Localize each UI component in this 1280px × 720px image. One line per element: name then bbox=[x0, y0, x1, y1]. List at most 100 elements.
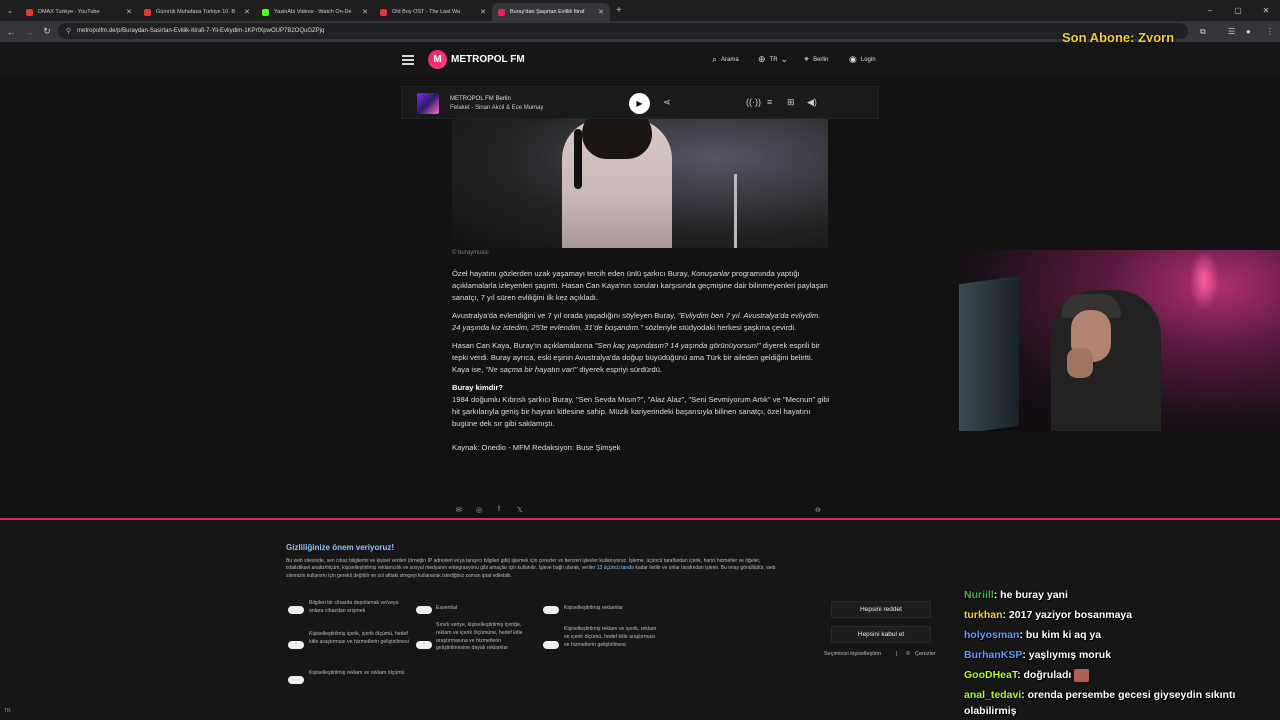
consent-toggle[interactable] bbox=[543, 641, 559, 649]
chat-message: holyosman: bu kim ki aq ya bbox=[964, 625, 1274, 645]
cookie-description: Bu web sitesinde, sen cihaz bilgilerini … bbox=[286, 558, 776, 579]
minimize-icon[interactable]: – bbox=[1196, 6, 1224, 15]
browser-tab[interactable]: Gümrük Muhafaza Türkiye 10. B ✕ bbox=[138, 3, 256, 21]
tab-search-icon[interactable]: ⌄ bbox=[0, 0, 20, 21]
customize-choices-link[interactable]: Seçiminizi kişiselleştirin bbox=[824, 651, 881, 657]
x-share-icon[interactable]: 𝕏 bbox=[517, 506, 523, 514]
cookies-link[interactable]: Çerezler bbox=[915, 651, 936, 657]
maximize-icon[interactable]: ▢ bbox=[1224, 6, 1252, 15]
chat-username: turkhan bbox=[964, 609, 1003, 621]
youtube-favicon-icon bbox=[26, 8, 33, 16]
login-button[interactable]: ◉ Login bbox=[849, 54, 876, 65]
new-tab-icon[interactable]: + bbox=[616, 5, 622, 16]
close-window-icon[interactable]: ✕ bbox=[1252, 6, 1280, 15]
section-heading: Buray kimdir? bbox=[452, 383, 504, 392]
chat-username: holyosman bbox=[964, 629, 1020, 641]
city-label: Berlin bbox=[813, 56, 829, 63]
consent-option-label: Kişiselleştirilmiş reklam ve içerik, rek… bbox=[564, 626, 657, 648]
window-controls: – ▢ ✕ bbox=[1196, 0, 1280, 21]
reload-icon[interactable]: ↻ bbox=[38, 26, 56, 37]
cookie-settings-icon[interactable]: © bbox=[906, 651, 910, 657]
extensions-icon[interactable]: ⧉ bbox=[1200, 21, 1206, 42]
share-icon[interactable]: ⋖ bbox=[663, 97, 671, 108]
article-paragraph: 1984 doğumlu Kıbrıslı şarkıcı Buray, "Se… bbox=[452, 395, 830, 428]
article-source: Kaynak: Onedio - MFM Redaksiyon: Buse Şi… bbox=[452, 443, 621, 452]
consent-toggle[interactable] bbox=[543, 606, 559, 614]
language-label: TR bbox=[769, 56, 778, 63]
browser-tab[interactable]: Old Boy OST - The Last Wa ✕ bbox=[374, 3, 492, 21]
chat-text: : 2017 yaziyor bosanmaya bbox=[1002, 609, 1133, 621]
consent-toggle[interactable] bbox=[288, 676, 304, 684]
article-paragraph: Özel hayatını gözlerden uzak yaşamayı te… bbox=[452, 269, 828, 302]
browser-tab-active[interactable]: Buray'dan Şaşırtan Evlilik İtiraf ✕ bbox=[492, 3, 610, 21]
reading-list-icon[interactable]: ☰ bbox=[1228, 21, 1235, 42]
back-icon[interactable]: ← bbox=[2, 27, 20, 37]
facebook-share-icon[interactable]: f bbox=[498, 506, 500, 513]
article-body: Özel hayatını gözlerden uzak yaşamayı te… bbox=[452, 268, 830, 460]
chat-message: anal_tedavi: orenda persembe gecesi giys… bbox=[964, 687, 1274, 719]
reject-all-button[interactable]: Hepsini reddet bbox=[831, 601, 931, 618]
menu-icon[interactable] bbox=[402, 55, 414, 67]
email-share-icon[interactable]: ✉ bbox=[456, 506, 462, 514]
volume-icon[interactable]: ◀) bbox=[807, 97, 817, 108]
browser-tab[interactable]: DMAX Turkiye - YouTube ✕ bbox=[20, 3, 138, 21]
chat-text: : doğruladı bbox=[1017, 669, 1072, 681]
search-icon: ⌕ bbox=[712, 54, 718, 64]
grid-icon[interactable]: ⊞ bbox=[787, 97, 795, 108]
consent-toggle[interactable] bbox=[416, 606, 432, 614]
site-info-icon[interactable]: ⚲ bbox=[66, 27, 71, 35]
accept-all-button[interactable]: Hepsini kabul et bbox=[831, 626, 931, 643]
article-paragraph: Avustralya'da evlendiğini ve 7 yıl orada… bbox=[452, 311, 821, 332]
player-station: METROPOL FM Berlin bbox=[450, 96, 511, 102]
youtube-favicon-icon bbox=[144, 8, 151, 16]
chat-message: turkhan: 2017 yaziyor bosanmaya bbox=[964, 605, 1274, 625]
browser-tab-bar: ⌄ DMAX Turkiye - YouTube ✕ Gümrük Muhafa… bbox=[0, 0, 1280, 21]
copy-link-icon[interactable]: ⊖ bbox=[815, 506, 821, 514]
broadcast-icon[interactable]: ((·)) bbox=[746, 97, 761, 107]
close-tab-icon[interactable]: ✕ bbox=[480, 8, 486, 16]
search-button[interactable]: ⌕ Arama bbox=[712, 54, 739, 65]
city-selector[interactable]: ⌖ Berlin bbox=[804, 54, 828, 65]
close-tab-icon[interactable]: ✕ bbox=[362, 8, 368, 16]
consent-toggle[interactable] bbox=[288, 606, 304, 614]
whatsapp-share-icon[interactable]: ◎ bbox=[476, 506, 482, 514]
language-selector[interactable]: ⊕ TR ⌄ bbox=[758, 54, 792, 65]
close-tab-icon[interactable]: ✕ bbox=[244, 8, 250, 16]
url-input[interactable]: ⚲ metropolfm.de/p/Buraydan-Sasirtan-Evli… bbox=[58, 23, 1188, 39]
consent-option-label: Kişiselleştirilmiş içerik, içerik ölçümü… bbox=[309, 631, 409, 645]
site-logo[interactable]: M METROPOL FM bbox=[428, 50, 525, 69]
youtube-favicon-icon bbox=[380, 8, 387, 16]
tab-title: Gümrük Muhafaza Türkiye 10. B bbox=[156, 9, 236, 15]
close-tab-icon[interactable]: ✕ bbox=[126, 8, 132, 16]
consent-toggle[interactable] bbox=[416, 641, 432, 649]
consent-option-label: Sınırlı veriye, kişiselleştirilmiş içeri… bbox=[436, 622, 523, 652]
chat-username: anal_tedavi bbox=[964, 689, 1022, 701]
mic-stand bbox=[734, 174, 737, 248]
chat-message: Nuriill: he buray yani bbox=[964, 585, 1274, 605]
metropolfm-favicon-icon bbox=[498, 8, 505, 16]
play-button[interactable]: ▶ bbox=[629, 93, 650, 114]
forward-icon[interactable]: → bbox=[20, 27, 38, 37]
more-menu-icon[interactable]: ⋮ bbox=[1266, 21, 1274, 42]
chat-message: GooDHeaT: doğruladı bbox=[964, 665, 1274, 685]
tab-title: Old Boy OST - The Last Wa bbox=[392, 9, 461, 15]
location-pin-icon: ⌖ bbox=[804, 54, 810, 64]
player-track: Felaket - Sinan Akcil & Ece Mumay bbox=[450, 105, 544, 111]
browser-tab[interactable]: YasinAbi Videos - Watch On-De ✕ bbox=[256, 3, 374, 21]
login-label: Login bbox=[860, 56, 876, 63]
tab-title: YasinAbi Videos - Watch On-De bbox=[274, 9, 352, 15]
kick-favicon-icon bbox=[262, 8, 269, 16]
playlist-icon[interactable]: ≡ bbox=[767, 97, 772, 107]
close-tab-icon[interactable]: ✕ bbox=[598, 8, 604, 16]
chat-text: : bu kim ki aq ya bbox=[1019, 629, 1102, 641]
profile-avatar-icon[interactable]: ● bbox=[1246, 21, 1251, 42]
tab-title: Buray'dan Şaşırtan Evlilik İtiraf bbox=[510, 9, 585, 15]
third-parties-link[interactable]: 13 üçüncü tarafa bbox=[597, 565, 634, 571]
chat-text: : yaşlıymış moruk bbox=[1022, 649, 1112, 661]
consent-toggle[interactable] bbox=[288, 641, 304, 649]
user-icon: ◉ bbox=[849, 54, 857, 64]
chat-username: Nuriill bbox=[964, 589, 994, 601]
chat-username: BurhanKSP bbox=[964, 649, 1023, 661]
article-image bbox=[452, 119, 828, 248]
consent-option-label: Kişiselleştirilmiş reklam ve reklam ölçü… bbox=[309, 670, 405, 676]
